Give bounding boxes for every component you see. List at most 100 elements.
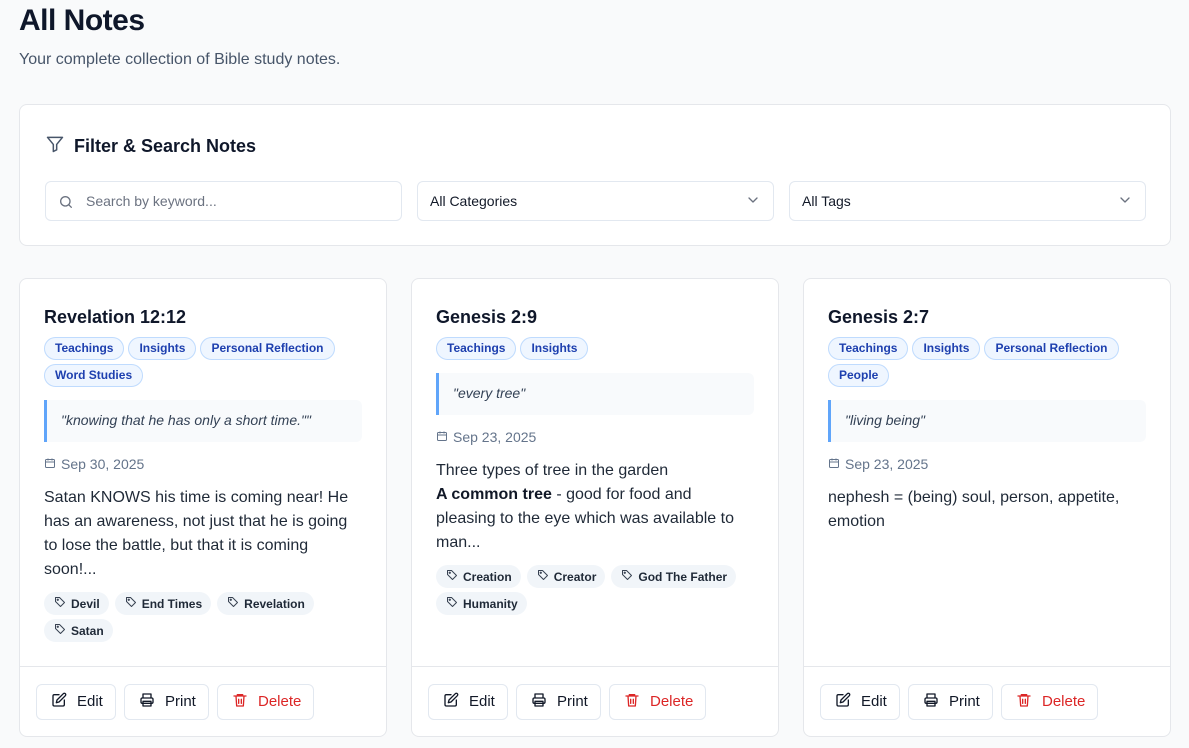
edit-button[interactable]: Edit (820, 683, 900, 720)
category-badge: Teachings (44, 337, 125, 360)
category-badge: Insights (128, 337, 197, 360)
print-button[interactable]: Print (908, 683, 993, 720)
category-badge: People (828, 364, 890, 387)
tag-chip[interactable]: Devil (44, 592, 109, 615)
edit-icon (443, 692, 459, 712)
tag-label: Creator (553, 569, 597, 584)
print-button-label: Print (949, 693, 980, 710)
tag-label: Devil (71, 596, 100, 611)
delete-button[interactable]: Delete (609, 683, 706, 720)
delete-button-label: Delete (258, 693, 302, 710)
note-card-body: Genesis 2:9 Teachings Insights "every tr… (436, 307, 754, 615)
tag-list: Devil End Times Revelation Satan (44, 592, 362, 642)
note-date: Sep 23, 2025 (436, 429, 754, 445)
tag-icon (125, 596, 137, 611)
tag-icon (446, 596, 458, 611)
filter-icon (45, 134, 65, 159)
category-badge: Teachings (828, 337, 909, 360)
tag-label: End Times (141, 596, 203, 611)
tag-select[interactable]: All Tags (789, 181, 1146, 221)
calendar-icon (44, 456, 56, 472)
note-card-body: Genesis 2:7 Teachings Insights Personal … (828, 307, 1146, 544)
tag-label: Humanity (463, 596, 518, 611)
card-actions: Edit Print Delete (804, 666, 1170, 736)
note-title[interactable]: Genesis 2:7 (828, 307, 1146, 328)
tag-chip[interactable]: Creator (526, 565, 606, 588)
category-badge: Insights (520, 337, 589, 360)
note-text-bold: A common tree (436, 486, 552, 503)
filter-header: Filter & Search Notes (45, 134, 256, 159)
search-input[interactable] (46, 182, 401, 220)
printer-icon (923, 692, 939, 712)
tag-list: Creation Creator God The Father Humanity (436, 565, 754, 615)
edit-button-label: Edit (861, 693, 887, 710)
tag-icon (54, 623, 66, 638)
category-select-value: All Categories (430, 193, 518, 209)
delete-button[interactable]: Delete (217, 683, 314, 720)
calendar-icon (828, 456, 840, 472)
print-button[interactable]: Print (124, 683, 209, 720)
note-text: Satan KNOWS his time is coming near! He … (44, 489, 349, 578)
print-button[interactable]: Print (516, 683, 601, 720)
trash-icon (1016, 692, 1032, 712)
card-actions: Edit Print Delete (20, 666, 386, 736)
tag-chip[interactable]: Creation (436, 565, 521, 588)
edit-button-label: Edit (469, 693, 495, 710)
tag-chip[interactable]: God The Father (611, 565, 737, 588)
tag-chip[interactable]: End Times (114, 592, 212, 615)
category-list: Teachings Insights Personal Reflection P… (828, 337, 1138, 387)
card-actions: Edit Print Delete (412, 666, 778, 736)
tag-icon (227, 596, 239, 611)
filter-title: Filter & Search Notes (74, 136, 257, 156)
filter-card: Filter & Search Notes All Categories All… (19, 104, 1171, 246)
note-title[interactable]: Genesis 2:9 (436, 307, 754, 328)
verse-quote: "living being" (828, 400, 1146, 442)
search-box (45, 181, 402, 221)
tag-label: God The Father (638, 569, 728, 584)
category-badge: Personal Reflection (200, 337, 335, 360)
verse-quote: "every tree" (436, 373, 754, 415)
category-badge: Insights (912, 337, 981, 360)
delete-button[interactable]: Delete (1001, 683, 1098, 720)
edit-icon (835, 692, 851, 712)
printer-icon (531, 692, 547, 712)
tag-label: Satan (71, 623, 104, 638)
category-list: Teachings Insights (436, 337, 746, 360)
printer-icon (139, 692, 155, 712)
category-badge: Personal Reflection (984, 337, 1119, 360)
note-card-body: Revelation 12:12 Teachings Insights Pers… (44, 307, 362, 642)
category-badge: Teachings (436, 337, 517, 360)
edit-button[interactable]: Edit (36, 683, 116, 720)
note-text-paragraph: A common tree - good for food and pleasi… (436, 483, 754, 555)
edit-icon (51, 692, 67, 712)
category-select[interactable]: All Categories (417, 181, 774, 221)
note-card: Genesis 2:9 Teachings Insights "every tr… (411, 278, 779, 737)
notes-page: All Notes Your complete collection of Bi… (0, 0, 1189, 748)
note-card: Revelation 12:12 Teachings Insights Pers… (19, 278, 387, 737)
note-date-text: Sep 23, 2025 (453, 429, 537, 445)
tag-icon (621, 569, 633, 584)
chevron-down-icon (745, 192, 761, 211)
verse-quote: "knowing that he has only a short time."… (44, 400, 362, 442)
note-card: Genesis 2:7 Teachings Insights Personal … (803, 278, 1171, 737)
tag-icon (54, 596, 66, 611)
note-title[interactable]: Revelation 12:12 (44, 307, 362, 328)
note-date: Sep 23, 2025 (828, 456, 1146, 472)
chevron-down-icon (1117, 192, 1133, 211)
edit-button-label: Edit (77, 693, 103, 710)
edit-button[interactable]: Edit (428, 683, 508, 720)
page-subtitle: Your complete collection of Bible study … (19, 51, 341, 68)
note-date: Sep 30, 2025 (44, 456, 362, 472)
trash-icon (232, 692, 248, 712)
calendar-icon (436, 429, 448, 445)
note-text: nephesh = (being) soul, person, appetite… (828, 489, 1120, 530)
tag-chip[interactable]: Revelation (217, 592, 314, 615)
category-badge: Word Studies (44, 364, 144, 387)
tag-select-value: All Tags (802, 193, 851, 209)
note-text: Three types of tree in the garden A comm… (436, 459, 754, 555)
tag-chip[interactable]: Satan (44, 619, 113, 642)
note-date-text: Sep 30, 2025 (61, 456, 145, 472)
category-list: Teachings Insights Personal Reflection W… (44, 337, 354, 387)
tag-chip[interactable]: Humanity (436, 592, 527, 615)
delete-button-label: Delete (650, 693, 694, 710)
